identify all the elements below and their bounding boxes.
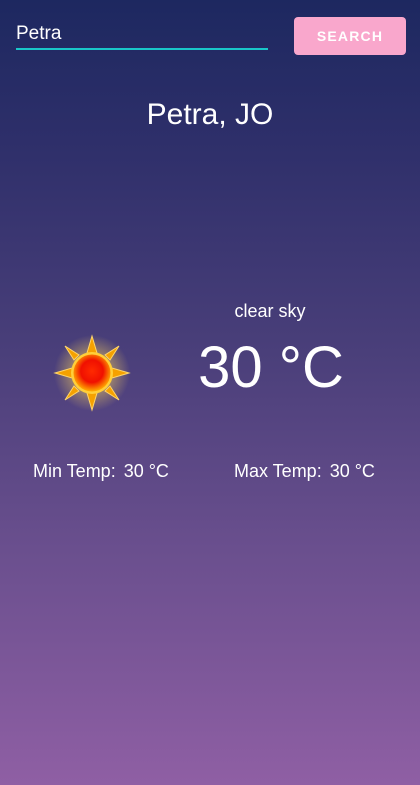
min-temp-label: Min Temp: bbox=[33, 461, 116, 481]
max-temp-label: Max Temp: bbox=[234, 461, 322, 481]
max-temp: Max Temp: 30 °C bbox=[234, 461, 375, 482]
city-title: Petra, JO bbox=[146, 98, 274, 131]
weather-screen: SEARCH Petra, JO clear sky bbox=[0, 0, 420, 785]
min-temp: Min Temp: 30 °C bbox=[33, 461, 169, 482]
max-temp-value: 30 °C bbox=[329, 461, 375, 481]
min-temp-value: 30 °C bbox=[123, 461, 169, 481]
search-button[interactable]: SEARCH bbox=[294, 17, 406, 55]
search-bar: SEARCH bbox=[16, 16, 406, 56]
search-input[interactable] bbox=[16, 20, 268, 50]
current-temperature: 30 °C bbox=[198, 335, 344, 400]
sun-icon bbox=[52, 333, 132, 413]
weather-description: clear sky bbox=[234, 301, 306, 321]
